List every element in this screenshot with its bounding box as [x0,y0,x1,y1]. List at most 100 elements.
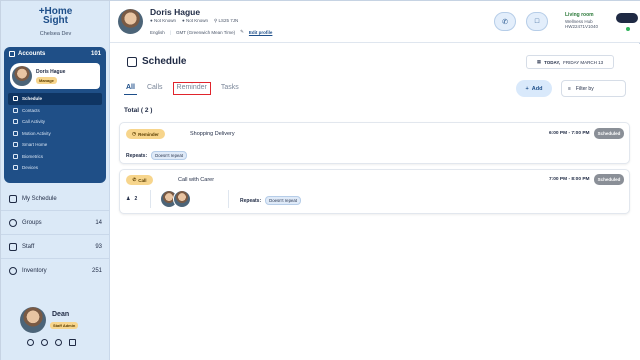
tab-tasks[interactable]: Tasks [219,82,241,95]
menu-item-contacts[interactable]: Contacts [8,105,102,117]
timezone: GMT (Greenwich Mean Time) [175,29,236,35]
status-badge: Scheduled [594,128,624,139]
logo[interactable]: +Home Sight Chelsea Dev [1,7,110,38]
menu-item-motion-activity[interactable]: Motion Activity [8,128,102,140]
menu-item-smart-home[interactable]: Smart Home [8,139,102,151]
page-title-text: Schedule [142,56,187,67]
avatar [118,9,143,34]
message-button[interactable]: □ [526,12,548,31]
phone-icon [13,119,18,125]
menu-item-biometrics[interactable]: Biometrics [8,151,102,163]
menu-item-devices[interactable]: Devices [8,162,102,174]
nav-label: Staff [22,243,35,250]
filter-icon: ≡ [568,85,571,92]
meta-value: Not Known [185,18,208,23]
manage-badge[interactable]: Manage [36,76,57,84]
help-icon[interactable] [55,339,62,346]
nav-label: My Schedule [22,195,57,202]
card-title: Call with Carer [178,177,215,183]
schedule-tabs: All Calls Reminder Tasks [124,82,241,95]
add-button[interactable]: + Add [516,80,552,97]
repeats-value: Doesn't repeat [151,151,187,160]
calendar-icon [9,194,17,203]
motion-icon [13,130,18,136]
gear-icon[interactable] [41,339,48,346]
repeats-info: Repeats: Doesn't repeat [126,151,187,160]
home-icon [13,142,18,148]
accounts-label: Accounts [18,51,46,57]
menu-label: Smart Home [22,142,48,148]
groups-icon [9,218,17,227]
add-label: Add [531,85,543,92]
schedule-card[interactable]: ◷ Reminder Shopping Delivery 6:00 PM - 7… [119,122,630,164]
logo-line2: Sight [43,15,68,26]
nav-my-schedule[interactable]: My Schedule [1,187,110,211]
language: English [150,29,165,35]
account-menu: Schedule Contacts Call Activity Motion A… [4,93,106,174]
repeats-label: Repeats: [126,152,148,159]
menu-label: Schedule [22,96,43,102]
nav-label: Groups [22,219,42,226]
menu-item-schedule[interactable]: Schedule [8,93,102,105]
avatar [12,66,32,86]
nav-count: 14 [95,219,102,226]
bell-icon[interactable] [27,339,34,346]
patient-header: Doris Hague ● Not Known ● Not Known ⚲ LS… [110,1,640,43]
edit-profile-link[interactable]: Edit profile [249,30,273,35]
menu-item-call-activity[interactable]: Call Activity [8,116,102,128]
current-user-name: Dean [52,311,70,318]
divider [228,190,229,208]
plus-icon: + [525,85,529,92]
logout-icon[interactable] [69,339,76,346]
contacts-icon [13,107,18,113]
date-display[interactable]: ▦ TODAY, FRIDAY MARCH 13 [526,55,614,69]
card-time: 6:00 PM - 7:00 PM [549,131,590,136]
menu-label: Biometrics [22,153,44,159]
patient-name: Doris Hague [150,7,201,17]
tab-all[interactable]: All [124,82,137,95]
call-button[interactable]: ✆ [494,12,516,31]
accounts-panel: Accounts 101 Doris Hague Manage Schedule… [4,47,106,183]
staff-icon [9,242,17,251]
calendar-icon [13,96,18,102]
date-label: TODAY, [544,59,561,65]
participants-count: ♟ 2 [126,196,137,202]
nav-count: 251 [91,268,102,274]
avatar[interactable] [20,307,46,333]
calendar-icon [127,56,137,67]
people-icon: ♟ [126,196,131,202]
current-user: Dean Staff Admin [1,301,110,360]
tab-calls[interactable]: Calls [145,82,165,95]
reminder-icon: ◷ [132,131,137,136]
meta-value: Not Known [153,18,176,23]
divider [150,190,151,208]
nav-count: 93 [95,243,102,250]
online-status-dot [626,27,630,31]
menu-label: Motion Activity [22,130,51,136]
nav-groups[interactable]: Groups 14 [1,211,110,235]
tab-reminder[interactable]: Reminder [172,82,211,95]
type-label: Call [138,177,147,183]
date-value: FRIDAY MARCH 13 [563,59,604,65]
hub-name: Wellness Hub [565,18,593,24]
accounts-header[interactable]: Accounts 101 [4,47,106,61]
menu-label: Call Activity [22,119,46,125]
edit-icon: ✎ [240,29,244,34]
nav-staff[interactable]: Staff 93 [1,235,110,259]
phone-icon: ✆ [132,177,137,182]
selected-account-card[interactable]: Doris Hague Manage [10,63,100,89]
postcode: LS25 7JN [218,18,239,23]
nav-label: Inventory [22,268,47,274]
accounts-icon [9,51,15,57]
role-badge: Staff Admin [50,322,79,329]
card-time: 7:00 PM - 8:00 PM [549,177,590,182]
heart-icon [13,153,18,159]
patient-meta: ● Not Known ● Not Known ⚲ LS25 7JN [150,18,238,24]
schedule-card[interactable]: ✆ Call Call with Carer 7:00 PM - 8:00 PM… [119,169,630,214]
card-title: Shopping Delivery [190,131,235,137]
avatar[interactable] [173,190,191,208]
message-icon: □ [534,18,540,25]
nav-inventory[interactable]: Inventory 251 [1,259,110,283]
org-name: Chelsea Dev [39,31,72,37]
filter-dropdown[interactable]: ≡ Filter by [561,80,626,97]
